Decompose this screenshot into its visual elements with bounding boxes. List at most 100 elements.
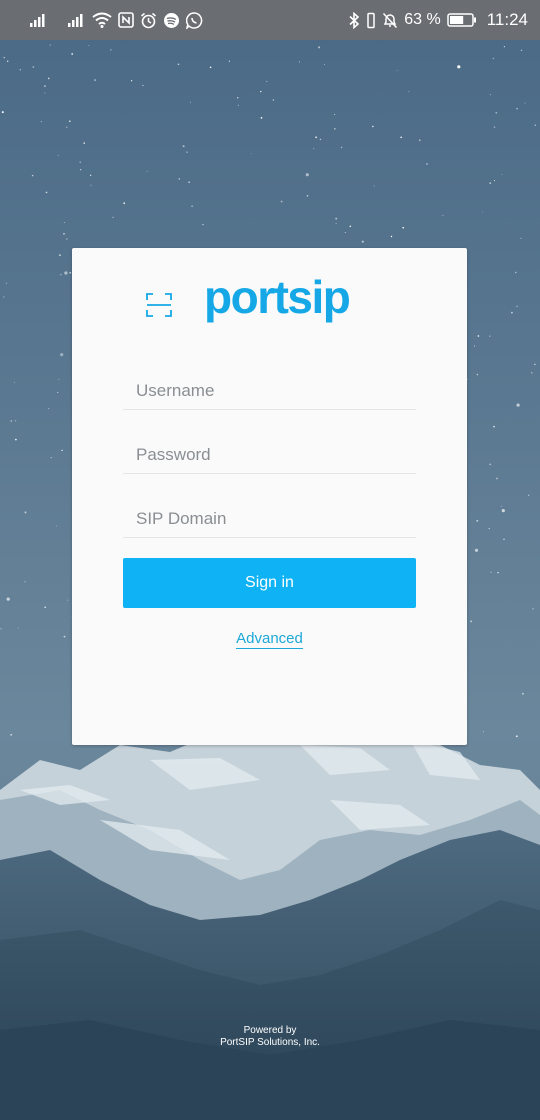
sign-in-button[interactable]: Sign in <box>123 558 416 608</box>
star-decoration <box>442 214 444 216</box>
star-decoration <box>266 80 268 83</box>
star-decoration <box>60 353 64 357</box>
star-decoration <box>45 191 48 194</box>
star-decoration <box>63 222 65 223</box>
sip-domain-input[interactable] <box>123 500 416 537</box>
star-decoration <box>305 173 309 177</box>
star-decoration <box>10 420 13 422</box>
star-decoration <box>532 608 534 610</box>
star-decoration <box>260 90 262 93</box>
star-decoration <box>228 60 230 62</box>
star-decoration <box>340 146 343 149</box>
star-decoration <box>56 525 58 527</box>
star-decoration <box>14 420 17 422</box>
star-decoration <box>13 381 16 383</box>
star-decoration <box>44 92 46 94</box>
star-decoration <box>426 163 428 165</box>
star-decoration <box>503 46 505 48</box>
star-decoration <box>32 66 35 68</box>
star-decoration <box>457 65 461 69</box>
star-decoration <box>477 335 480 337</box>
star-decoration <box>501 173 503 175</box>
star-decoration <box>334 128 336 130</box>
star-decoration <box>90 184 92 186</box>
star-decoration <box>520 237 522 239</box>
star-decoration <box>24 581 26 583</box>
wifi-icon <box>92 12 112 28</box>
star-decoration <box>177 63 180 66</box>
star-decoration <box>44 606 46 609</box>
star-decoration <box>516 305 518 307</box>
star-decoration <box>31 174 34 177</box>
star-decoration <box>474 548 479 552</box>
star-decoration <box>43 85 46 88</box>
star-decoration <box>408 91 410 93</box>
spotify-icon <box>163 12 180 29</box>
star-decoration <box>315 136 318 139</box>
signal-icon <box>68 13 86 27</box>
star-decoration <box>372 125 374 128</box>
status-left-group <box>30 11 348 29</box>
qr-scan-icon[interactable] <box>146 293 172 317</box>
star-decoration <box>534 124 536 126</box>
status-bar: 63 % 11:24 <box>0 0 540 40</box>
star-decoration <box>490 571 492 573</box>
star-decoration <box>79 161 81 163</box>
portsip-logo: portsip <box>204 271 351 323</box>
star-decoration <box>344 232 346 234</box>
star-decoration <box>313 148 315 150</box>
star-decoration <box>476 519 479 522</box>
star-decoration <box>516 107 518 110</box>
star-decoration <box>57 391 59 394</box>
star-decoration <box>373 185 375 187</box>
star-decoration <box>188 181 190 183</box>
star-decoration <box>361 240 364 243</box>
star-decoration <box>318 46 321 49</box>
star-decoration <box>57 155 59 157</box>
star-decoration <box>236 97 239 99</box>
star-decoration <box>69 271 72 274</box>
star-decoration <box>94 79 97 82</box>
star-decoration <box>63 635 66 638</box>
star-decoration <box>306 195 309 197</box>
star-decoration <box>489 182 492 184</box>
password-input[interactable] <box>123 436 416 473</box>
star-decoration <box>1 111 4 114</box>
star-decoration <box>146 170 148 172</box>
star-decoration <box>5 282 7 284</box>
star-decoration <box>476 373 479 376</box>
star-decoration <box>71 52 74 55</box>
star-decoration <box>186 151 188 153</box>
star-decoration <box>494 180 495 182</box>
star-decoration <box>280 200 283 203</box>
star-decoration <box>522 692 524 695</box>
star-decoration <box>497 572 499 574</box>
username-input[interactable] <box>123 372 416 409</box>
star-decoration <box>60 274 62 276</box>
star-decoration <box>493 126 496 128</box>
star-decoration <box>142 84 144 87</box>
star-decoration <box>520 49 523 52</box>
star-decoration <box>260 117 263 119</box>
footer: Powered by PortSIP Solutions, Inc. <box>0 1025 540 1049</box>
star-decoration <box>89 174 92 176</box>
battery-icon <box>446 12 477 28</box>
star-decoration <box>58 379 60 381</box>
whatsapp-icon <box>186 11 203 29</box>
star-decoration <box>496 477 498 480</box>
star-decoration <box>80 169 82 171</box>
star-decoration <box>500 505 502 507</box>
status-right-group: 63 % 11:24 <box>348 10 528 30</box>
advanced-link[interactable]: Advanced <box>236 630 303 649</box>
star-decoration <box>474 345 476 347</box>
star-decoration <box>489 463 492 466</box>
star-decoration <box>319 138 322 141</box>
star-decoration <box>516 403 520 407</box>
star-decoration <box>272 99 275 101</box>
star-decoration <box>489 335 491 337</box>
star-decoration <box>237 104 239 106</box>
star-decoration <box>178 178 180 180</box>
star-decoration <box>6 597 10 601</box>
star-decoration <box>323 64 325 65</box>
star-decoration <box>10 733 13 736</box>
